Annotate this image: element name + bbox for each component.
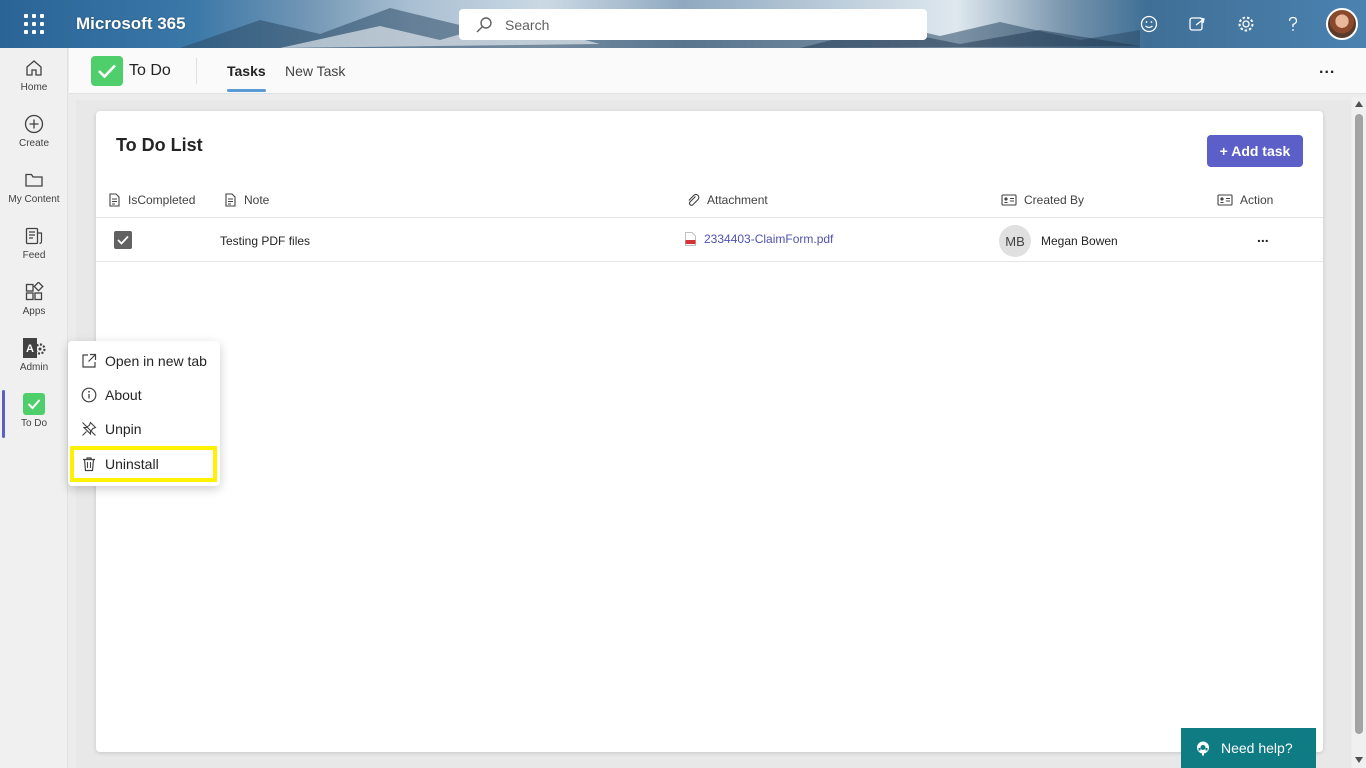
need-help-label: Need help? <box>1221 740 1293 756</box>
rail-label-feed: Feed <box>22 250 46 261</box>
feedback-smiley-icon[interactable] <box>1137 12 1161 36</box>
help-question-icon[interactable] <box>1281 12 1305 36</box>
share-icon[interactable] <box>1185 12 1209 36</box>
brand-title[interactable]: Microsoft 365 <box>76 14 186 34</box>
document-icon <box>109 193 120 207</box>
todo-list-card: To Do List + Add task IsCompleted Note A… <box>96 111 1323 752</box>
menu-item-label: Unpin <box>105 421 142 437</box>
column-header-created-by[interactable]: Created By <box>1001 193 1084 207</box>
column-header-iscompleted[interactable]: IsCompleted <box>107 193 195 207</box>
column-header-note[interactable]: Note <box>223 193 269 207</box>
todo-app-logo-icon <box>91 56 123 86</box>
attachment-link[interactable]: 2334403-ClaimForm.pdf <box>685 232 833 246</box>
rail-item-my-content[interactable]: My Content <box>0 168 68 220</box>
plus-circle-icon <box>22 112 46 136</box>
scroll-up-arrow-icon[interactable] <box>1355 101 1363 107</box>
left-rail: Home Create My Content Feed Apps A Admin <box>0 48 68 768</box>
top-bar: Microsoft 365 <box>0 0 1366 48</box>
rail-item-feed[interactable]: Feed <box>0 224 68 276</box>
app-launcher-waffle-icon[interactable] <box>24 14 44 34</box>
svg-text:A: A <box>26 343 34 355</box>
headset-icon <box>1197 741 1209 756</box>
header-divider <box>196 58 197 84</box>
page-title: To Do List <box>116 135 203 155</box>
pdf-file-icon <box>685 232 696 246</box>
header-more-options-button[interactable]: ... <box>1319 60 1335 78</box>
menu-item-label: Open in new tab <box>105 353 207 369</box>
contact-card-icon <box>1001 194 1017 206</box>
tab-tasks[interactable]: Tasks <box>227 63 266 92</box>
home-icon <box>22 56 46 80</box>
app-name: To Do <box>129 62 171 79</box>
menu-item-unpin[interactable]: Unpin <box>68 413 220 445</box>
rail-item-home[interactable]: Home <box>0 56 68 108</box>
trash-icon <box>83 457 95 472</box>
add-task-button[interactable]: + Add task <box>1207 135 1303 167</box>
todo-check-icon <box>22 392 46 416</box>
rail-label-create: Create <box>18 138 49 149</box>
column-header-label: IsCompleted <box>128 193 196 207</box>
rail-label-todo: To Do <box>20 418 48 429</box>
rail-label-apps: Apps <box>22 306 46 317</box>
iscompleted-checkbox[interactable] <box>114 231 132 249</box>
search-icon <box>476 16 492 32</box>
rail-item-apps[interactable]: Apps <box>0 280 68 332</box>
column-header-attachment[interactable]: Attachment <box>686 193 768 207</box>
vertical-scrollbar[interactable] <box>1352 97 1366 768</box>
note-cell: Testing PDF files <box>220 234 311 248</box>
tab-new-task[interactable]: New Task <box>285 63 345 79</box>
info-icon <box>81 387 97 403</box>
settings-gear-icon[interactable] <box>1234 12 1258 36</box>
app-header: To Do Tasks New Task ... <box>69 48 1366 94</box>
checkmark-icon <box>117 235 129 245</box>
menu-item-about[interactable]: About <box>68 379 220 411</box>
rail-item-todo[interactable]: To Do <box>0 390 68 444</box>
rail-label-admin: Admin <box>19 362 49 373</box>
open-new-tab-icon <box>82 353 97 368</box>
header-divider-line <box>96 217 1323 218</box>
scrollbar-thumb[interactable] <box>1355 114 1363 734</box>
column-header-label: Action <box>1240 193 1274 207</box>
attachment-filename: 2334403-ClaimForm.pdf <box>704 232 834 246</box>
row-divider-line <box>96 261 1323 262</box>
user-avatar[interactable] <box>1326 8 1358 40</box>
column-header-label: Note <box>244 193 270 207</box>
row-action-more-button[interactable]: ... <box>1257 229 1269 245</box>
need-help-button[interactable]: Need help? <box>1181 728 1316 768</box>
menu-item-label: Uninstall <box>105 456 159 472</box>
feed-icon <box>22 224 46 248</box>
creator-avatar: MB <box>999 225 1031 257</box>
column-header-label: Created By <box>1024 193 1085 207</box>
contact-card-icon <box>1217 194 1233 206</box>
apps-icon <box>22 280 46 304</box>
menu-item-open-in-new-tab[interactable]: Open in new tab <box>68 345 220 377</box>
column-header-action[interactable]: Action <box>1217 193 1273 207</box>
folder-icon <box>22 168 46 192</box>
rail-item-create[interactable]: Create <box>0 112 68 164</box>
created-by-cell: Megan Bowen <box>1041 234 1118 248</box>
rail-label-home: Home <box>20 82 48 93</box>
admin-icon: A <box>22 336 46 360</box>
menu-item-uninstall[interactable]: Uninstall <box>70 446 217 482</box>
rail-label-my-content: My Content <box>8 194 60 205</box>
paperclip-icon <box>688 193 700 206</box>
scroll-down-arrow-icon[interactable] <box>1355 757 1363 763</box>
column-header-label: Attachment <box>707 193 768 207</box>
document-icon <box>225 193 236 207</box>
app-context-menu: Open in new tab About Unpin Uninstall <box>68 341 220 486</box>
search-input[interactable] <box>505 16 905 33</box>
menu-item-label: About <box>105 387 142 403</box>
rail-item-admin[interactable]: A Admin <box>0 336 68 388</box>
unpin-icon <box>82 421 97 436</box>
search-box[interactable] <box>459 9 927 40</box>
